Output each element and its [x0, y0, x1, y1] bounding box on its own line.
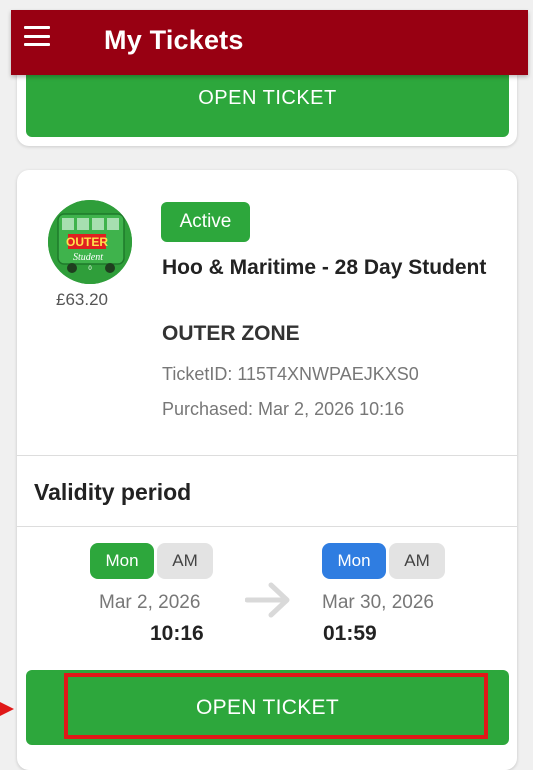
end-day-chip: Mon — [322, 543, 386, 579]
ticket-name: Hoo & Maritime - 28 Day Student — [162, 256, 487, 279]
divider — [17, 455, 517, 456]
divider — [17, 526, 517, 527]
previous-ticket-card: OPEN TICKET — [17, 74, 517, 146]
status-badge: Active — [161, 202, 250, 242]
open-ticket-button-previous[interactable]: OPEN TICKET — [26, 74, 509, 137]
pointer-arrow-icon — [0, 702, 14, 716]
app-bar: My Tickets — [11, 10, 528, 75]
start-date: Mar 2, 2026 — [99, 592, 201, 613]
start-period-chip: AM — [157, 543, 213, 579]
ticket-price: £63.20 — [56, 290, 108, 309]
ticket-logo: OUTER Student 0 — [48, 200, 132, 284]
start-time: 10:16 — [150, 622, 204, 645]
end-time: 01:59 — [323, 622, 377, 645]
end-date: Mar 30, 2026 — [322, 592, 434, 613]
logo-text-top: OUTER — [66, 235, 108, 249]
purchase-date: Purchased: Mar 2, 2026 10:16 — [162, 399, 405, 419]
page-title: My Tickets — [104, 25, 244, 55]
open-ticket-label: OPEN TICKET — [198, 87, 337, 109]
logo-text-bottom: Student — [73, 252, 103, 263]
ticket-id: TicketID: 115T4XNWPAEJKXS0 — [162, 364, 419, 384]
menu-icon[interactable] — [24, 26, 50, 46]
validity-title: Validity period — [34, 479, 192, 505]
end-period-chip: AM — [389, 543, 445, 579]
start-day-chip: Mon — [90, 543, 154, 579]
bus-ticket-icon: OUTER Student 0 — [48, 200, 132, 284]
highlight-annotation — [64, 673, 488, 739]
ticket-zone: OUTER ZONE — [162, 322, 300, 345]
arrow-right-icon — [245, 582, 290, 618]
